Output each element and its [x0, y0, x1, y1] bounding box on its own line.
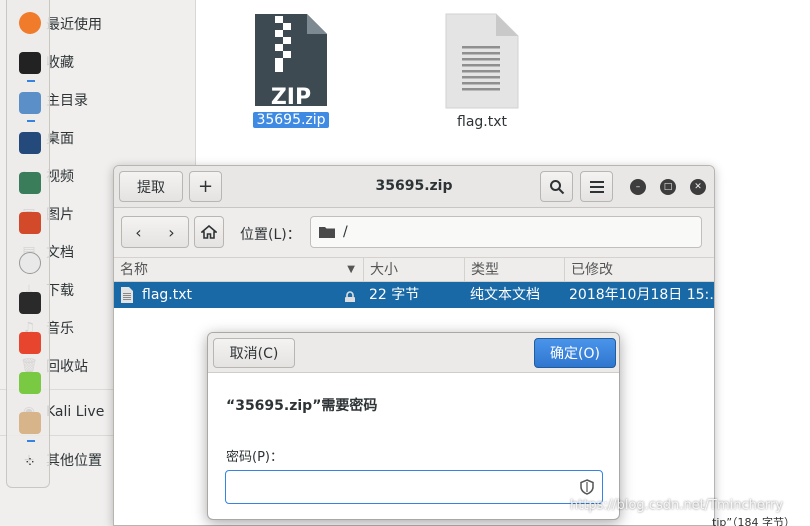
menu-button[interactable]	[580, 171, 613, 202]
text-file-icon	[445, 13, 519, 109]
text-file-icon	[120, 286, 140, 312]
maximize-icon: □	[663, 182, 673, 192]
column-headers: 名称 ▼ 大小 类型 已修改	[114, 258, 714, 282]
location-bar: ‹ › 位置(L)： /	[114, 208, 714, 258]
header-bar: 提取 + 35695.zip – □ ✕	[114, 166, 714, 208]
extract-button[interactable]: 提取	[119, 171, 183, 202]
column-size[interactable]: 大小	[364, 258, 465, 282]
location-path: /	[343, 224, 348, 240]
column-name[interactable]: 名称 ▼	[114, 258, 364, 282]
maltego-icon[interactable]	[19, 292, 41, 314]
password-label: 密码(P)：	[226, 450, 283, 465]
lock-icon	[343, 288, 359, 302]
sidebar-item-label: 最近使用	[46, 17, 102, 33]
sidebar-item-label: Kali Live	[46, 404, 105, 420]
sidebar-item-label: 视频	[46, 169, 74, 185]
column-label: 名称	[120, 262, 148, 278]
archive-manager-icon[interactable]	[19, 412, 41, 434]
column-label: 已修改	[571, 262, 613, 278]
column-type[interactable]: 类型	[465, 258, 565, 282]
row-modified: 2018年10月18日 15:…	[569, 287, 713, 303]
dialog-message: “35695.zip”需要密码	[226, 398, 378, 414]
column-modified[interactable]: 已修改	[565, 258, 714, 282]
add-files-button[interactable]: +	[189, 171, 222, 202]
app-dock: ⁘	[6, 0, 50, 488]
cancel-button[interactable]: 取消(C)	[213, 338, 295, 368]
ok-button[interactable]: 确定(O)	[534, 338, 616, 368]
status-fragment: tip”（184 字节）	[712, 516, 796, 526]
watermark: https://blog.csdn.net/Tmincherry	[570, 498, 784, 513]
sidebar-item-label: 下载	[46, 283, 74, 299]
sidebar-item-label: 收藏	[46, 55, 74, 71]
running-indicator	[27, 120, 35, 122]
row-size: 22 字节	[369, 287, 420, 303]
row-name: flag.txt	[142, 287, 192, 303]
faraday-icon[interactable]	[19, 332, 41, 354]
app-grid-icon[interactable]: ⁘	[19, 452, 41, 474]
metasploit-icon[interactable]	[19, 132, 41, 154]
location-label: 位置(L)：	[240, 227, 301, 243]
nav-buttons: ‹ ›	[121, 216, 189, 248]
hamburger-menu-icon	[589, 180, 604, 193]
sidebar-item-label: 音乐	[46, 321, 74, 337]
search-icon	[549, 179, 564, 194]
ok-button-label: 确定(O)	[550, 346, 600, 362]
sidebar-item-label: 文档	[46, 245, 74, 261]
desktop-file-txt[interactable]: flag.txt	[427, 12, 537, 130]
cancel-button-label: 取消(C)	[229, 346, 279, 362]
running-indicator	[27, 80, 35, 82]
sidebar-item-label: 回收站	[46, 359, 88, 375]
plus-icon: +	[197, 176, 214, 197]
column-label: 类型	[471, 262, 499, 278]
close-button[interactable]: ✕	[690, 179, 706, 195]
password-field[interactable]	[225, 470, 603, 504]
table-row[interactable]: flag.txt 22 字节 纯文本文档 2018年10月18日 15:…	[114, 282, 714, 308]
row-type: 纯文本文档	[470, 287, 540, 303]
search-button[interactable]	[540, 171, 573, 202]
sidebar-item-label: 主目录	[46, 93, 88, 109]
maximize-button[interactable]: □	[660, 179, 676, 195]
beef-icon[interactable]	[19, 252, 41, 274]
sidebar-item-label: 图片	[46, 207, 74, 223]
sidebar-item-label: 桌面	[46, 131, 74, 147]
zip-badge: ZIP	[271, 85, 311, 108]
armitage-icon[interactable]	[19, 172, 41, 194]
forward-icon[interactable]: ›	[168, 223, 174, 242]
notes-icon[interactable]	[19, 372, 41, 394]
extract-button-label: 提取	[137, 179, 165, 196]
location-entry[interactable]: /	[310, 216, 702, 248]
firefox-icon[interactable]	[19, 12, 41, 34]
password-dialog: 取消(C) 确定(O) “35695.zip”需要密码 密码(P)：	[207, 332, 620, 520]
desktop-file-zip[interactable]: ZIP 35695.zip	[236, 12, 346, 128]
file-name-label: 35695.zip	[253, 112, 329, 128]
zip-file-icon: ZIP	[255, 14, 327, 110]
sidebar-item-label: 其他位置	[46, 453, 102, 469]
sort-down-icon: ▼	[347, 264, 355, 275]
home-icon	[201, 225, 217, 239]
running-indicator	[27, 440, 35, 442]
file-name-label: flag.txt	[457, 114, 507, 130]
burpsuite-icon[interactable]	[19, 212, 41, 234]
terminal-icon[interactable]	[19, 52, 41, 74]
home-button[interactable]	[194, 216, 224, 248]
minimize-button[interactable]: –	[630, 179, 646, 195]
close-icon: ✕	[694, 182, 702, 192]
shield-icon[interactable]	[580, 479, 594, 495]
folder-icon	[319, 227, 335, 238]
column-label: 大小	[370, 262, 398, 278]
dialog-header: 取消(C) 确定(O)	[208, 333, 619, 373]
minimize-icon: –	[635, 182, 641, 192]
back-icon[interactable]: ‹	[135, 223, 141, 242]
files-icon[interactable]	[19, 92, 41, 114]
